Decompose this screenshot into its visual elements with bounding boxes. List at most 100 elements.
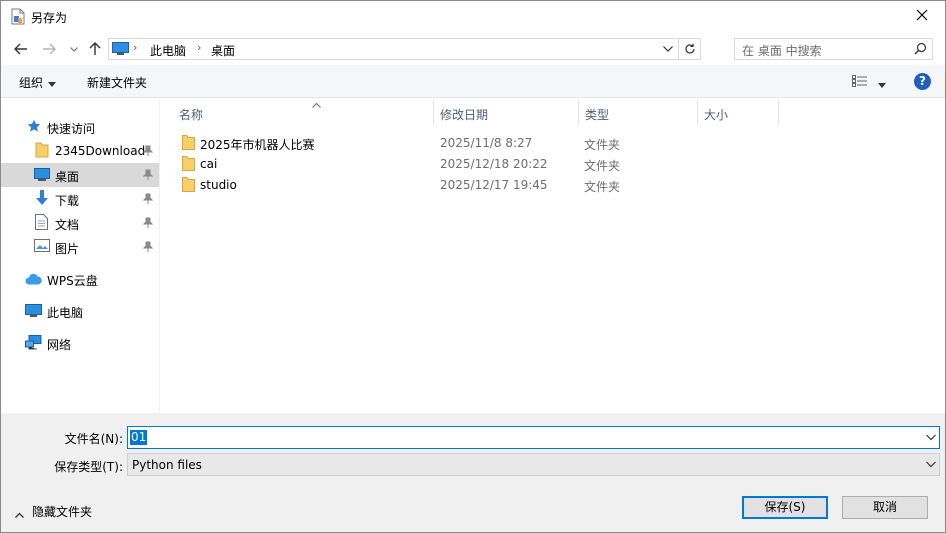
- computer-icon: [112, 42, 129, 59]
- filename-value[interactable]: 01: [130, 430, 148, 445]
- table-row[interactable]: studio 2025/12/17 19:45 文件夹: [179, 174, 939, 195]
- arrow-right-icon: [43, 43, 56, 55]
- pin-icon[interactable]: [142, 169, 154, 183]
- sidebar-item-documents[interactable]: 文档: [1, 211, 159, 235]
- pin-icon[interactable]: [142, 241, 154, 255]
- sidebar-item-quick-access[interactable]: 快速访问: [1, 115, 159, 139]
- refresh-button[interactable]: [678, 39, 700, 59]
- column-header-date-modified[interactable]: 修改日期: [434, 99, 578, 125]
- filetype-select[interactable]: Python files: [127, 453, 940, 476]
- close-button[interactable]: [899, 1, 945, 32]
- folder-icon: [182, 156, 195, 174]
- sidebar-item-network[interactable]: 网络: [1, 331, 159, 355]
- table-row[interactable]: 2025年市机器人比赛 2025/11/8 8:27 文件夹: [179, 132, 939, 153]
- download-icon: [35, 190, 49, 209]
- title-bar: 另存为: [1, 1, 945, 33]
- chevron-down-icon: [663, 46, 673, 52]
- chevron-down-icon: [70, 46, 78, 52]
- sidebar-item-label: 此电脑: [47, 306, 84, 320]
- save-button[interactable]: 保存(S): [742, 496, 828, 519]
- column-header-label: 名称: [179, 108, 204, 122]
- search-box[interactable]: 在 桌面 中搜索: [734, 38, 933, 60]
- pin-icon[interactable]: [142, 193, 154, 207]
- refresh-icon: [684, 43, 695, 54]
- sidebar-item-label: 2345Download: [55, 144, 146, 158]
- sidebar-item-this-pc[interactable]: 此电脑: [1, 299, 159, 323]
- sidebar-item-pictures[interactable]: 图片: [1, 235, 159, 259]
- arrow-left-icon: [14, 43, 27, 55]
- network-icon: [25, 335, 42, 353]
- filetype-value: Python files: [132, 458, 202, 472]
- address-bar[interactable]: › 此电脑 › 桌面: [108, 38, 701, 60]
- help-icon[interactable]: ?: [914, 73, 931, 90]
- organize-dropdown-icon: [48, 76, 56, 90]
- view-options-icon[interactable]: [852, 74, 868, 91]
- sidebar-item-label: 网络: [47, 338, 72, 352]
- sidebar-item-downloads[interactable]: 下载: [1, 187, 159, 211]
- sidebar-item-2345download[interactable]: 2345Download: [1, 139, 159, 163]
- save-options-panel: 文件名(N): 01 保存类型(T): Python files 隐藏文件夹 保…: [1, 413, 945, 532]
- sidebar-item-label: WPS云盘: [47, 274, 98, 288]
- file-type: 文件夹: [584, 138, 621, 152]
- up-button[interactable]: [85, 39, 105, 59]
- sidebar-item-label: 图片: [55, 242, 80, 256]
- arrow-up-icon: [89, 42, 101, 55]
- navigation-bar: › 此电脑 › 桌面 在 桌面 中搜索: [1, 33, 945, 65]
- table-row[interactable]: cai 2025/12/18 20:22 文件夹: [179, 153, 939, 174]
- cloud-icon: [25, 273, 42, 288]
- folder-icon: [182, 177, 195, 195]
- file-date: 2025/12/18 20:22: [440, 157, 548, 171]
- search-icon[interactable]: [914, 42, 927, 58]
- address-history-dropdown[interactable]: [660, 40, 676, 58]
- file-name: studio: [200, 178, 237, 192]
- file-name: cai: [200, 157, 218, 171]
- file-date: 2025/12/17 19:45: [440, 178, 548, 192]
- pin-icon[interactable]: [142, 217, 154, 231]
- picture-icon: [34, 239, 50, 255]
- column-header-label: 类型: [585, 108, 610, 122]
- organize-button[interactable]: 组织: [19, 74, 43, 91]
- search-placeholder: 在 桌面 中搜索: [742, 44, 822, 58]
- pin-icon[interactable]: [142, 145, 154, 159]
- file-date: 2025/11/8 8:27: [440, 136, 533, 150]
- breadcrumb-this-pc[interactable]: 此电脑: [150, 42, 186, 59]
- forward-button[interactable]: [39, 39, 59, 59]
- save-as-dialog: 另存为 › 此电脑 › 桌面 在 桌面 中搜索 组织 新建文件夹 ? 快速访问 …: [0, 0, 946, 533]
- chevron-down-icon: [926, 458, 936, 473]
- filename-label: 文件名(N):: [64, 432, 123, 446]
- chevron-down-icon[interactable]: [926, 431, 936, 446]
- desktop-icon: [34, 168, 50, 184]
- computer-icon: [25, 304, 42, 321]
- sidebar-item-label: 快速访问: [47, 122, 96, 136]
- sidebar-item-wps-cloud[interactable]: WPS云盘: [1, 267, 159, 291]
- cancel-button[interactable]: 取消: [842, 496, 928, 519]
- new-folder-button[interactable]: 新建文件夹: [87, 74, 147, 91]
- filetype-label: 保存类型(T):: [54, 460, 123, 474]
- column-header-name[interactable]: 名称: [173, 99, 433, 125]
- back-button[interactable]: [11, 39, 31, 59]
- filename-input[interactable]: 01: [127, 426, 940, 449]
- breadcrumb-separator: ›: [133, 41, 138, 54]
- navigation-pane: 快速访问 2345Download 桌面 下载 文档 图片 WPS云盘 此电脑 …: [1, 99, 160, 413]
- chevron-up-icon[interactable]: [15, 507, 24, 521]
- file-name: 2025年市机器人比赛: [200, 138, 315, 152]
- sidebar-item-label: 桌面: [55, 170, 80, 184]
- column-header-size[interactable]: 大小: [698, 99, 778, 125]
- column-header-label: 修改日期: [440, 108, 489, 122]
- column-header-type[interactable]: 类型: [579, 99, 697, 125]
- view-dropdown-icon[interactable]: [878, 77, 886, 91]
- close-icon: [916, 9, 928, 24]
- breadcrumb-desktop[interactable]: 桌面: [211, 42, 235, 59]
- hide-folders-toggle[interactable]: 隐藏文件夹: [32, 503, 92, 520]
- file-type: 文件夹: [584, 180, 621, 194]
- folder-icon: [182, 135, 195, 153]
- star-icon: [27, 119, 41, 136]
- folder-icon: [35, 142, 49, 161]
- command-bar: 组织 新建文件夹 ?: [1, 65, 945, 98]
- document-icon: [35, 214, 48, 233]
- recent-locations-button[interactable]: [64, 39, 84, 59]
- column-divider[interactable]: [778, 99, 779, 125]
- sidebar-item-label: 文档: [55, 218, 80, 232]
- sidebar-item-desktop[interactable]: 桌面: [1, 163, 159, 187]
- sort-ascending-icon: [312, 97, 321, 111]
